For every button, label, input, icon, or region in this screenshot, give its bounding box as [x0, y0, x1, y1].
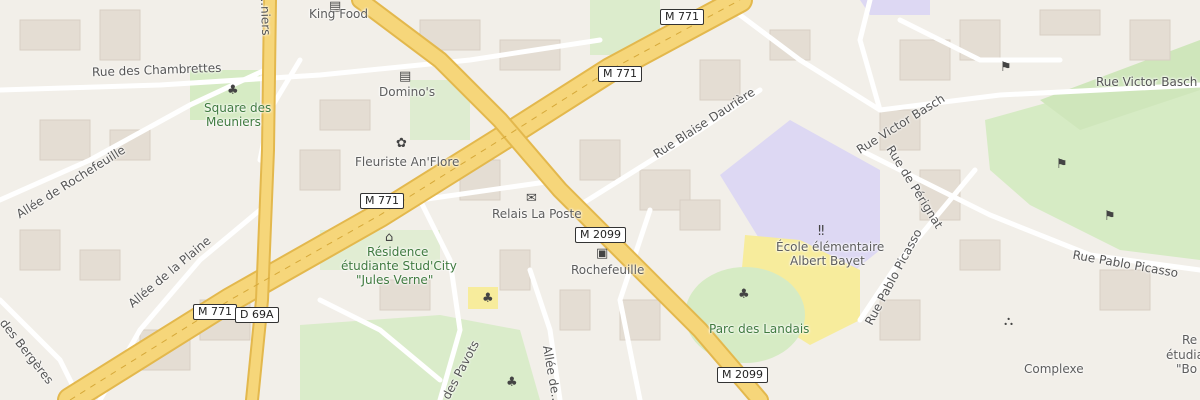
- poi-label-king-food[interactable]: King Food: [309, 7, 368, 21]
- school-icon[interactable]: ‼: [818, 225, 824, 238]
- poi-label-complexe[interactable]: Complexe: [1024, 362, 1084, 376]
- poi-label-residence-2[interactable]: étudiante Stud'City: [341, 259, 457, 273]
- sport-icon[interactable]: ⚑: [1104, 210, 1116, 223]
- road-shield-d69a: D 69A: [235, 307, 279, 323]
- poi-label-relais-la-poste[interactable]: Relais La Poste: [492, 207, 582, 221]
- parc-landais-area: [685, 267, 805, 363]
- poi-label-square-meuniers-1[interactable]: Square des: [204, 101, 271, 115]
- student-residence-icon[interactable]: ⌂: [385, 231, 393, 244]
- road-shield-m771: M 771: [360, 193, 404, 209]
- green-area-bottom: [300, 315, 540, 400]
- poi-label-rochefeuille-stop[interactable]: Rochefeuille: [571, 263, 644, 277]
- park-tree-icon[interactable]: ♣: [482, 292, 494, 305]
- poi-label-right-edge-3[interactable]: "Bo: [1176, 362, 1197, 376]
- poi-label-right-edge-2[interactable]: étudia: [1166, 348, 1200, 362]
- post-office-icon[interactable]: ✉: [526, 192, 537, 205]
- bus-stop-icon[interactable]: ▣: [596, 247, 608, 260]
- sport-icon[interactable]: ⚑: [1000, 61, 1012, 74]
- street-label-victor-basch-top: Rue Victor Basch: [1096, 75, 1198, 89]
- poi-label-residence-1[interactable]: Résidence: [367, 245, 428, 259]
- poi-label-square-meuniers-2[interactable]: Meuniers: [206, 115, 261, 129]
- road-shield-m771: M 771: [660, 9, 704, 25]
- map-view[interactable]: Rue des Chambrettes Allée de Rochefeuill…: [0, 0, 1200, 400]
- poi-label-fleuriste[interactable]: Fleuriste An'Flore: [355, 155, 459, 169]
- poi-label-dominos[interactable]: Domino's: [379, 85, 435, 99]
- poi-label-right-edge-1[interactable]: Re: [1182, 333, 1197, 347]
- map-base-layer: [0, 0, 1200, 400]
- park-tree-icon[interactable]: ♣: [227, 84, 239, 97]
- sport-icon[interactable]: ⚑: [1056, 158, 1068, 171]
- park-tree-icon[interactable]: ♣: [506, 376, 518, 389]
- road-shield-m771: M 771: [598, 66, 642, 82]
- poi-label-ecole-1[interactable]: École élémentaire: [776, 240, 884, 254]
- florist-icon[interactable]: ✿: [396, 137, 407, 150]
- road-shield-m2099: M 2099: [575, 227, 626, 243]
- road-shield-m771: M 771: [193, 304, 237, 320]
- street-label-meuniers: ...niers: [257, 0, 274, 36]
- road-shield-m2099: M 2099: [717, 367, 768, 383]
- park-tree-icon[interactable]: ♣: [738, 288, 750, 301]
- poi-label-residence-3[interactable]: "Jules Verne": [356, 273, 433, 287]
- sport-icon[interactable]: ⛬: [1004, 315, 1013, 328]
- poi-label-ecole-2[interactable]: Albert Bayet: [790, 254, 865, 268]
- poi-label-parc-des-landais[interactable]: Parc des Landais: [709, 322, 809, 336]
- restaurant-icon[interactable]: ▤: [399, 70, 411, 83]
